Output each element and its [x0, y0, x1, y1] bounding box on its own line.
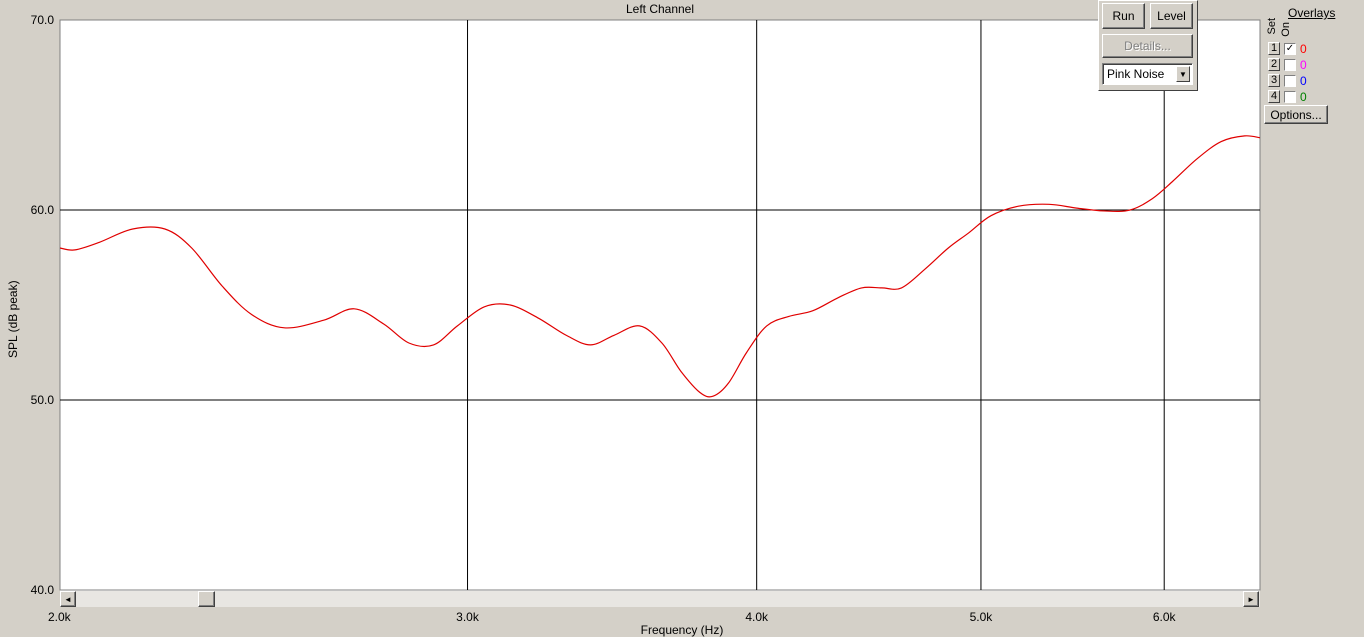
overlay-on-checkbox-3[interactable] [1284, 75, 1296, 87]
overlay-set-button-2[interactable]: 2 [1268, 58, 1280, 71]
run-button[interactable]: Run [1102, 3, 1145, 29]
y-axis-label: SPL (dB peak) [6, 280, 20, 358]
set-column-header: Set [1266, 18, 1278, 35]
overlay-on-checkbox-2[interactable] [1284, 59, 1296, 71]
left-arrow-icon: ◄ [64, 594, 72, 604]
horizontal-scrollbar[interactable]: ◄ ► [60, 590, 1260, 607]
overlay-set-button-3[interactable]: 3 [1268, 74, 1280, 87]
overlay-on-checkbox-1[interactable]: ✓ [1284, 43, 1296, 55]
scroll-left-button[interactable]: ◄ [60, 591, 76, 607]
overlays-title[interactable]: Overlays [1288, 6, 1335, 20]
y-tick-label: 70.0 [31, 13, 55, 27]
overlay-on-checkbox-4[interactable] [1284, 91, 1296, 103]
y-tick-label: 50.0 [31, 393, 55, 407]
chart-title: Left Channel [625, 2, 695, 16]
level-button[interactable]: Level [1150, 3, 1193, 29]
frequency-response-chart: 40.0 50.0 60.0 70.0 2.0k 3.0k 4.0k 5.0k 6.0k [31, 13, 1261, 624]
scroll-right-button[interactable]: ► [1243, 591, 1259, 607]
overlay-count-2: 0 [1300, 58, 1307, 72]
x-tick-label: 4.0k [745, 610, 769, 624]
options-button[interactable]: Options... [1264, 105, 1328, 124]
right-arrow-icon: ► [1247, 594, 1255, 604]
x-tick-label: 6.0k [1153, 610, 1177, 624]
x-tick-labels: 2.0k 3.0k 4.0k 5.0k 6.0k [48, 610, 1177, 624]
dropdown-arrow-icon[interactable]: ▼ [1176, 66, 1190, 82]
overlay-set-button-4[interactable]: 4 [1268, 90, 1280, 103]
on-column-header: On [1280, 22, 1292, 37]
x-tick-label: 3.0k [456, 610, 480, 624]
y-tick-labels: 40.0 50.0 60.0 70.0 [31, 13, 55, 597]
signal-select[interactable]: Pink Noise ▼ [1102, 63, 1193, 85]
overlay-count-3: 0 [1300, 74, 1307, 88]
scroll-thumb[interactable] [198, 591, 215, 607]
signal-select-value: Pink Noise [1107, 67, 1165, 81]
x-tick-label: 5.0k [970, 610, 994, 624]
checkmark-icon: ✓ [1285, 43, 1295, 54]
overlay-count-4: 0 [1300, 90, 1307, 104]
overlay-set-button-1[interactable]: 1 [1268, 42, 1280, 55]
details-button[interactable]: Details... [1102, 34, 1193, 58]
y-tick-label: 40.0 [31, 583, 55, 597]
overlay-count-1: 0 [1300, 42, 1307, 56]
y-tick-label: 60.0 [31, 203, 55, 217]
x-tick-label: 2.0k [48, 610, 72, 624]
x-axis-label: Frequency (Hz) [640, 623, 724, 637]
